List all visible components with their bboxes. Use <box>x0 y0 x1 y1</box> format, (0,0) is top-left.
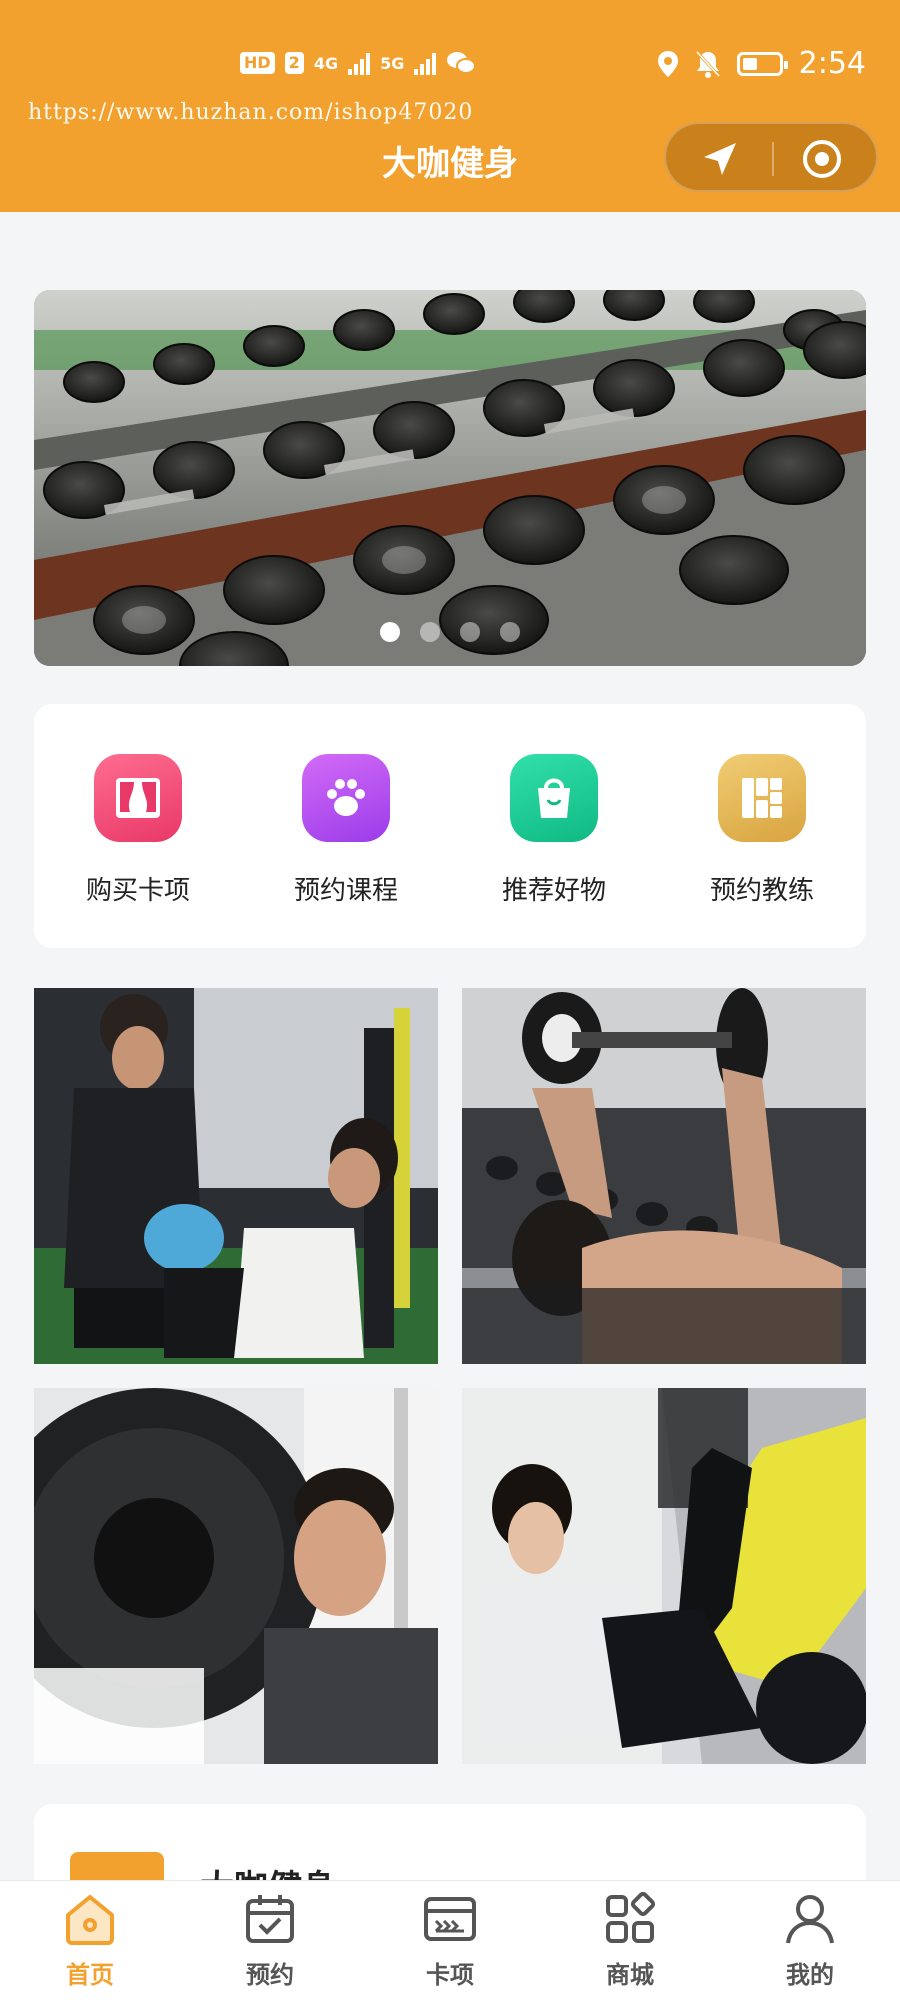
header-bar: HD 2 4G 5G 2:54 https://www.huzhan.com/i… <box>0 0 900 212</box>
network-type-1: 4G <box>313 53 339 73</box>
menu-label: 推荐好物 <box>501 876 606 906</box>
miniprogram-capsule <box>664 122 878 192</box>
quick-menu: 购买卡项 预约课程 推荐好物 预约教练 <box>34 704 866 948</box>
user-icon <box>786 1895 834 1944</box>
wechat-icon <box>447 52 477 74</box>
network-type-2: 5G <box>380 53 405 73</box>
status-bar: HD 2 4G 5G 2:54 <box>0 44 900 90</box>
photo-man-with-plate <box>34 1388 438 1764</box>
bottom-tab-bar: 首页 预约 卡项 商城 我的 <box>0 1880 900 2000</box>
battery-icon <box>736 51 788 76</box>
clock: 2:54 <box>798 46 866 81</box>
feature-photo-bench-press[interactable] <box>462 988 866 1364</box>
tab-label: 我的 <box>786 1961 834 1989</box>
tab-mall[interactable]: 商城 <box>540 1881 720 2000</box>
share-location-button[interactable] <box>670 124 770 194</box>
banner-carousel[interactable] <box>34 290 866 666</box>
feature-photo-weight-plate[interactable] <box>34 1388 438 1764</box>
menu-buy-card[interactable]: 购买卡项 <box>34 704 242 948</box>
photo-coach-stretching <box>34 988 438 1364</box>
tab-label: 卡项 <box>426 1961 474 1989</box>
calendar-check-icon <box>246 1895 294 1943</box>
carousel-indicator <box>34 622 866 642</box>
menu-book-course[interactable]: 预约课程 <box>242 704 450 948</box>
navigation-arrow-icon <box>704 143 736 175</box>
feature-photo-coaching[interactable] <box>34 988 438 1364</box>
tab-label: 商城 <box>606 1961 654 1989</box>
status-right: 2:54 <box>657 46 866 81</box>
menu-label: 预约课程 <box>293 876 398 906</box>
sim-badge: 2 <box>284 52 304 74</box>
tab-cards[interactable]: 卡项 <box>360 1881 540 2000</box>
tab-label: 首页 <box>66 1961 114 1989</box>
photo-woman-leg-press <box>462 1388 866 1764</box>
menu-label: 预约教练 <box>709 876 814 906</box>
tab-booking[interactable]: 预约 <box>180 1881 360 2000</box>
close-miniprogram-button[interactable] <box>772 124 872 194</box>
banner-image-dumbbell-rack <box>34 290 866 666</box>
target-circle-icon <box>803 140 841 178</box>
signal-icon <box>414 51 437 75</box>
location-icon <box>657 50 678 77</box>
shopping-bag-icon <box>510 754 598 842</box>
mute-bell-icon <box>695 50 720 78</box>
feature-photo-leg-press[interactable] <box>462 1388 866 1764</box>
card-icon <box>424 1897 476 1941</box>
hd-badge: HD <box>240 52 275 74</box>
carousel-dot[interactable] <box>420 622 440 642</box>
menu-label: 购买卡项 <box>85 876 190 906</box>
tab-profile[interactable]: 我的 <box>720 1881 900 2000</box>
network-indicators: HD 2 4G 5G <box>240 50 477 76</box>
photo-dumbbell-press <box>462 988 866 1364</box>
carousel-dot[interactable] <box>460 622 480 642</box>
menu-recommended-goods[interactable]: 推荐好物 <box>450 704 658 948</box>
watermark-url: https://www.huzhan.com/ishop47020 <box>28 100 474 125</box>
menu-book-coach[interactable]: 预约教练 <box>658 704 866 948</box>
grid-blocks-icon <box>718 754 806 842</box>
home-icon <box>66 1895 114 1945</box>
carousel-dot[interactable] <box>500 622 520 642</box>
tab-home[interactable]: 首页 <box>0 1881 180 2000</box>
curtain-icon <box>94 754 182 842</box>
paw-icon <box>302 754 390 842</box>
tab-label: 预约 <box>246 1961 294 1989</box>
carousel-dot[interactable] <box>380 622 400 642</box>
apps-icon <box>606 1891 656 1943</box>
signal-icon <box>348 51 371 75</box>
